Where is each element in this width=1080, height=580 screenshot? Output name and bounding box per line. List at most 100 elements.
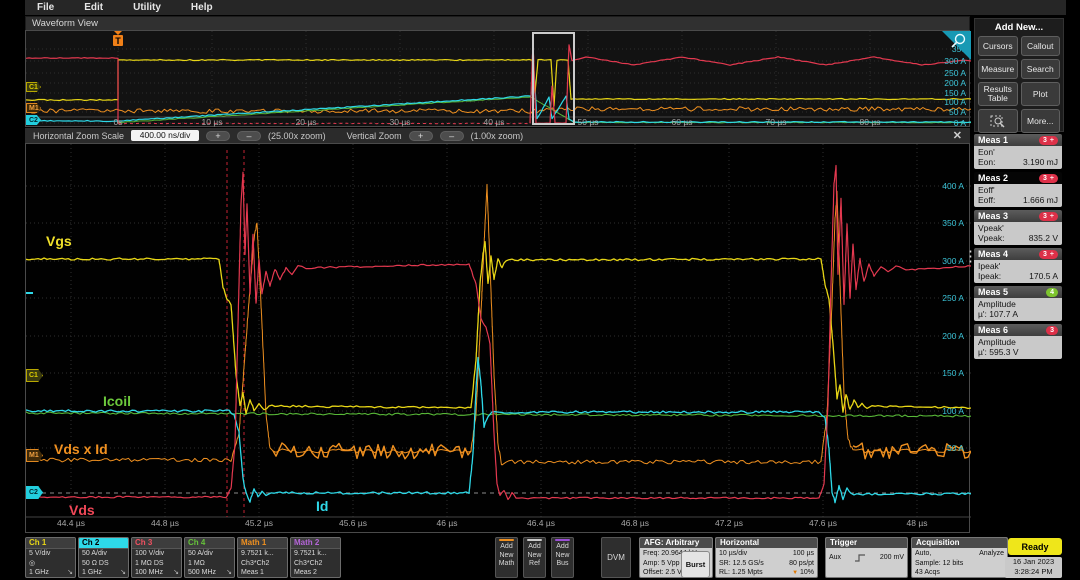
rising-edge-icon xyxy=(854,553,866,563)
h-samplerate: SR: 12.5 GS/s xyxy=(719,559,764,569)
meas-body: Vpeak'Vpeak:835.2 V xyxy=(974,222,1062,245)
x-axis-tick-label: 46 µs xyxy=(437,518,458,528)
h-span: 100 µs xyxy=(793,549,814,559)
channel-badge-math1[interactable]: Math 19.7521 k...Ch3*Ch2Meas 1 xyxy=(237,537,288,578)
y-axis-tick-label: 0 A xyxy=(954,118,967,128)
acquisition-panel[interactable]: Acquisition Auto,Analyze Sample: 12 bits… xyxy=(911,537,1008,578)
channel-badge-ch4[interactable]: Ch 450 A/div1 MΩ500 MHz↘ xyxy=(184,537,235,578)
meas-name: Meas 5 xyxy=(978,287,1008,297)
add-search-button[interactable]: Search xyxy=(1021,59,1061,79)
zoom-area-icon-button[interactable] xyxy=(978,109,1018,133)
add-new-ref-button[interactable]: AddNewRef xyxy=(523,537,546,578)
waveform-view-tab[interactable]: Waveform View xyxy=(25,16,970,30)
channel-badge-ch1[interactable]: Ch 15 V/div◎1 GHz↘ xyxy=(25,537,76,578)
x-axis-tick-label: 46.8 µs xyxy=(621,518,649,528)
horizontal-panel[interactable]: Horizontal 10 µs/div100 µs SR: 12.5 GS/s… xyxy=(715,537,818,578)
afg-burst-button[interactable]: Burst xyxy=(681,551,710,578)
acq-mode: Auto, xyxy=(915,549,931,559)
menu-item-file[interactable]: File xyxy=(37,2,54,13)
channel-badge-row-2: ◎ xyxy=(26,559,75,569)
panel-resize-handle[interactable]: ⋮ xyxy=(963,252,978,261)
add-results-table-button[interactable]: Results Table xyxy=(978,82,1018,106)
x-axis-tick-label: 40 µs xyxy=(484,117,505,127)
meas-card-2[interactable]: Meas 23+Eoff'Eoff:1.666 mJ xyxy=(974,172,1062,207)
meas-line2-label: µ': 595.3 V xyxy=(978,347,1019,357)
y-axis-tick-label: 50 A xyxy=(949,107,966,117)
channel-badge-row-1: 50 A/div xyxy=(79,549,128,559)
channel-badge-math2[interactable]: Math 29.7521 k...Ch3*Ch2Meas 2 xyxy=(290,537,341,578)
trigger-position-icon: ▼ xyxy=(792,570,798,576)
badge-count: 3 xyxy=(1043,213,1047,220)
dvm-button[interactable]: DVM xyxy=(601,537,631,578)
meas-line2-value: 835.2 V xyxy=(1029,233,1058,243)
hzoom-scale-input[interactable]: 400.00 ns/div xyxy=(131,130,199,141)
meas-line2-value: 170.5 A xyxy=(1029,271,1058,281)
add-measure-button[interactable]: Measure xyxy=(978,59,1018,79)
trace-id xyxy=(26,358,971,503)
trace-math-power xyxy=(26,107,971,113)
time: 3:28:24 PM xyxy=(1005,567,1062,577)
acquisition-title: Acquisition xyxy=(912,538,1007,548)
hzoom-factor: (25.00x zoom) xyxy=(268,131,326,141)
datetime-display: 16 Jan 2023 3:28:24 PM xyxy=(1005,557,1062,578)
channel-badge-row-1: 50 A/div xyxy=(185,549,234,559)
add-more--button[interactable]: More... xyxy=(1021,109,1061,133)
close-zoom-icon[interactable]: ✕ xyxy=(953,129,962,142)
meas-card-4[interactable]: Meas 43+Ipeak'Ipeak:170.5 A xyxy=(974,248,1062,283)
y-axis-tick-label: 300 A xyxy=(944,56,966,66)
x-axis-tick-label: 0s xyxy=(114,117,123,127)
add-cursors-button[interactable]: Cursors xyxy=(978,36,1018,56)
expand-arrow-icon[interactable]: ↘ xyxy=(120,568,126,576)
badge-count: 3 xyxy=(1043,137,1047,144)
y-axis-tick-label: 250 A xyxy=(944,68,966,78)
channel-badge-row-1: 9.7521 k... xyxy=(291,549,340,559)
meas-card-1[interactable]: Meas 13+Eon'Eon:3.190 mJ xyxy=(974,134,1062,169)
y-axis-tick-label: 100 A xyxy=(942,406,964,416)
vzoom-plus-button[interactable]: + xyxy=(409,131,433,141)
vzoom-label: Vertical Zoom xyxy=(347,131,402,141)
add-plot-button[interactable]: Plot xyxy=(1021,82,1061,106)
add-callout-button[interactable]: Callout xyxy=(1021,36,1061,56)
channel-badge-header: Ch 1 xyxy=(26,538,75,549)
overview-plot[interactable]: 0s10 µs20 µs30 µs40 µs50 µs60 µs70 µs80 … xyxy=(25,30,970,127)
trigger-panel[interactable]: Trigger Aux 200 mV xyxy=(825,537,908,578)
channel-badge-header: Ch 2 xyxy=(79,538,128,549)
badge-count: 3 xyxy=(1050,327,1054,334)
acq-sample: Sample: 12 bits xyxy=(915,559,1004,569)
afg-title: AFG: Arbitrary xyxy=(640,538,712,548)
add-new-bus-button[interactable]: AddNewBus xyxy=(551,537,574,578)
vzoom-factor: (1.00x zoom) xyxy=(471,131,524,141)
trigger-title: Trigger xyxy=(826,538,907,548)
channel-badge-row-2: 50 Ω DS xyxy=(79,559,128,569)
menu-item-help[interactable]: Help xyxy=(191,2,213,13)
meas-count-badge: 4 xyxy=(1046,288,1058,297)
meas-name: Meas 4 xyxy=(978,249,1008,259)
expand-arrow-icon[interactable]: ↘ xyxy=(67,568,73,576)
x-axis-tick-label: 30 µs xyxy=(390,117,411,127)
add-new-title: Add New... xyxy=(978,22,1060,33)
meas-line2: Eoff:1.666 mJ xyxy=(978,195,1058,205)
afg-panel[interactable]: AFG: Arbitrary Freq: 20.9644 kHz Amp: 5 … xyxy=(639,537,713,578)
channel-badge-ch3[interactable]: Ch 3100 V/div1 MΩ DS100 MHz↘ xyxy=(131,537,182,578)
channel-badge-header: Ch 3 xyxy=(132,538,181,549)
menu-item-edit[interactable]: Edit xyxy=(84,2,103,13)
meas-name: Meas 3 xyxy=(978,211,1008,221)
meas-card-6[interactable]: Meas 63Amplitudeµ': 595.3 V xyxy=(974,324,1062,359)
channel-badge-ch2[interactable]: Ch 250 A/div50 Ω DS1 GHz↘ xyxy=(78,537,129,578)
vzoom-minus-button[interactable]: – xyxy=(440,131,464,141)
meas-card-3[interactable]: Meas 33+Vpeak'Vpeak:835.2 V xyxy=(974,210,1062,245)
expand-arrow-icon[interactable]: ↘ xyxy=(173,568,179,576)
hzoom-plus-button[interactable]: + xyxy=(206,131,230,141)
channel-color-line xyxy=(527,539,542,541)
trace-id xyxy=(26,71,971,123)
main-waveform-plot[interactable]: 44.4 µs44.8 µs45.2 µs45.6 µs46 µs46.4 µs… xyxy=(25,143,970,533)
menu-item-utility[interactable]: Utility xyxy=(133,2,161,13)
channel-badge-row-3: Meas 1 xyxy=(238,568,287,578)
add-new-math-button[interactable]: AddNewMath xyxy=(495,537,518,578)
meas-line2-label: Ipeak: xyxy=(978,271,1001,281)
x-axis-tick-label: 45.2 µs xyxy=(245,518,273,528)
expand-arrow-icon[interactable]: ↘ xyxy=(226,568,232,576)
zoom-scale-bar: Horizontal Zoom Scale 400.00 ns/div + – … xyxy=(25,128,970,143)
meas-card-5[interactable]: Meas 54Amplitudeµ': 107.7 A xyxy=(974,286,1062,321)
hzoom-minus-button[interactable]: – xyxy=(237,131,261,141)
